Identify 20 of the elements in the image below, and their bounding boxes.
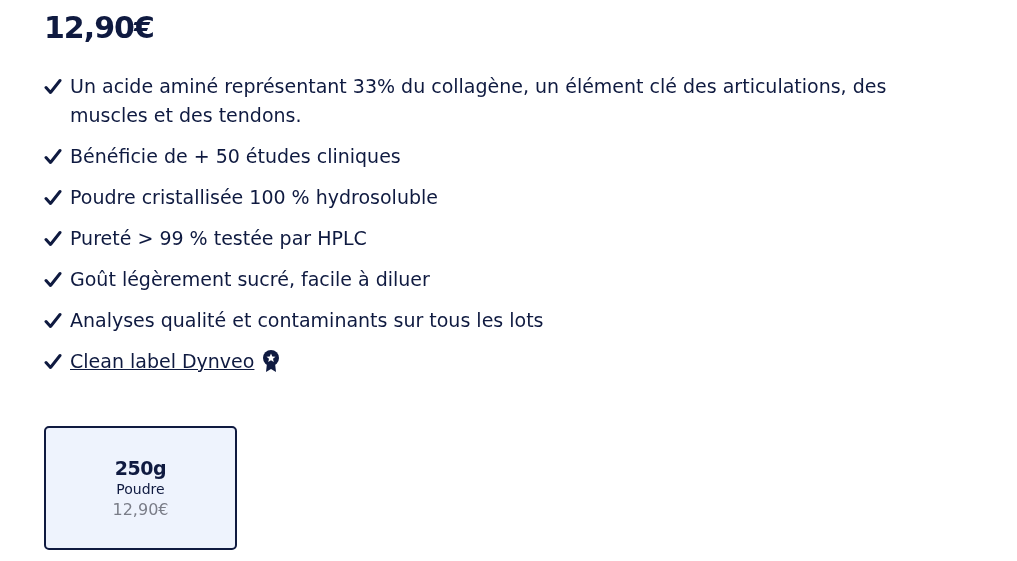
check-icon: [44, 271, 62, 289]
variant-form: Poudre: [116, 481, 165, 497]
check-icon: [44, 312, 62, 330]
feature-text: Un acide aminé représentant 33% du collagène, un élément clé des articulations, des muscles et des tendons.: [70, 74, 888, 128]
award-badge-icon: [262, 349, 281, 373]
variant-size: 250g: [114, 457, 167, 479]
check-icon: [44, 148, 62, 166]
feature-text: Goût légèrement sucré, facile à diluer: [70, 267, 430, 292]
feature-text: Poudre cristallisée 100 % hydrosoluble: [70, 185, 438, 210]
feature-text: Pureté > 99 % testée par HPLC: [70, 226, 367, 251]
variant-option[interactable]: 250g Poudre 12,90€: [44, 426, 237, 550]
check-icon: [44, 353, 62, 371]
check-icon: [44, 230, 62, 248]
check-icon: [44, 78, 62, 96]
variant-price: 12,90€: [112, 500, 169, 519]
clean-label-link[interactable]: Clean label Dynveo: [70, 347, 255, 376]
feature-text: Bénéficie de + 50 études cliniques: [70, 144, 401, 169]
price: 12,90€: [44, 9, 155, 47]
check-icon: [44, 189, 62, 207]
feature-text: Analyses qualité et contaminants sur tous les lots: [70, 308, 544, 333]
